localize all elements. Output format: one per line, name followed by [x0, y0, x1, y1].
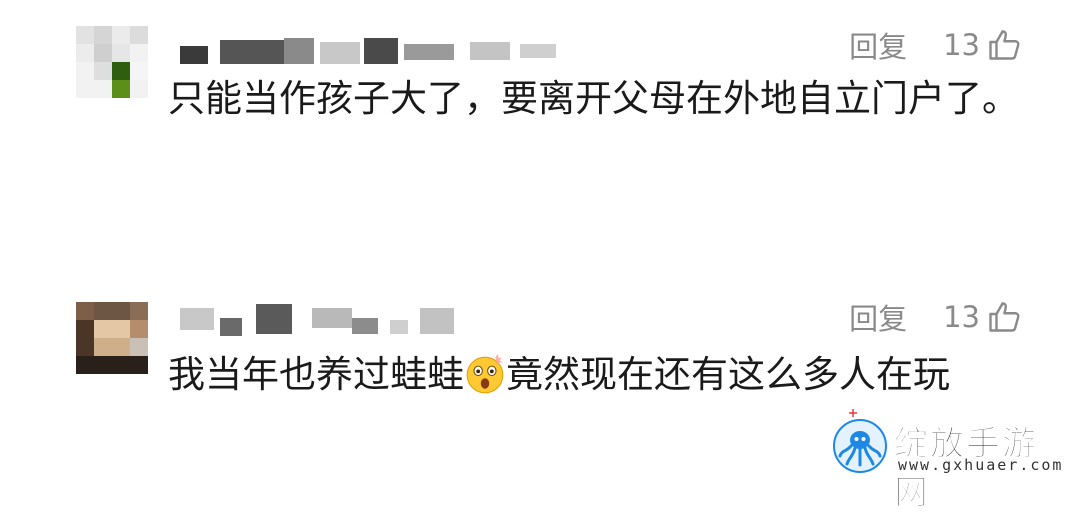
astonished-emoji-icon — [466, 354, 504, 394]
reply-button[interactable]: 回复 — [849, 296, 907, 338]
comment-actions: 回复 13 — [849, 296, 1022, 338]
reply-button[interactable]: 回复 — [849, 24, 907, 66]
thumbs-up-icon[interactable] — [986, 299, 1022, 335]
like-count: 13 — [943, 28, 980, 62]
octopus-logo-icon — [833, 419, 887, 473]
sparkle-icon — [849, 409, 857, 417]
comment-actions: 回复 13 — [849, 24, 1022, 66]
comment-text: 我当年也养过蛙蛙 竟然现在还有这么多人在玩 — [168, 342, 1028, 408]
avatar[interactable] — [76, 302, 148, 374]
username-blurred[interactable] — [180, 34, 600, 64]
comment-text-part-2: 竟然现在还有这么多人在玩 — [506, 353, 950, 396]
like-count: 13 — [943, 300, 980, 334]
username-blurred[interactable] — [180, 304, 480, 336]
watermark-url: www.gxhuaer.com — [898, 456, 1064, 474]
comment-text: 只能当作孩子大了，要离开父母在外地自立门户了。 — [168, 77, 1019, 120]
thumbs-up-icon[interactable] — [986, 27, 1022, 63]
comment-text-part-1: 我当年也养过蛙蛙 — [168, 353, 464, 396]
site-watermark: 绽放手游网 www.gxhuaer.com — [832, 418, 1072, 514]
avatar[interactable] — [76, 26, 148, 98]
